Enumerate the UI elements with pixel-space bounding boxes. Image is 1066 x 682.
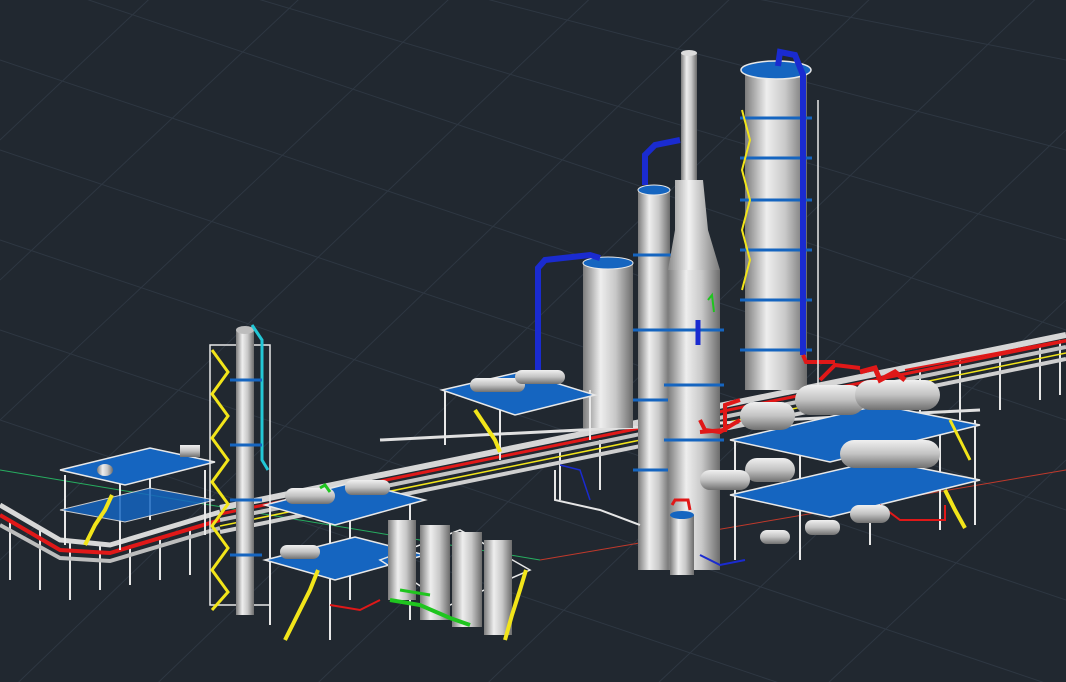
heat-exchanger — [515, 370, 565, 384]
vent-stack[interactable] — [668, 50, 720, 270]
tank-farm[interactable] — [378, 520, 532, 641]
distillation-column-tall[interactable] — [740, 48, 835, 390]
storage-tank — [388, 520, 416, 600]
thin-column-left[interactable] — [209, 324, 271, 615]
heat-exchanger — [855, 380, 940, 410]
heat-exchanger — [840, 440, 940, 468]
plant-3d-model[interactable] — [0, 0, 1066, 682]
stairs — [283, 569, 320, 641]
heat-exchanger — [795, 385, 865, 415]
heat-exchanger — [740, 402, 795, 430]
pump-row-right[interactable] — [699, 505, 890, 567]
storage-tank — [484, 540, 512, 635]
stairs — [473, 408, 502, 453]
heat-exchanger-structure-right[interactable] — [699, 362, 981, 560]
pump — [850, 505, 890, 523]
cad-3d-viewport[interactable] — [0, 0, 1066, 682]
pump — [760, 530, 790, 544]
vapor-line — [642, 137, 681, 185]
stairs — [943, 489, 967, 529]
heat-exchanger — [345, 480, 390, 495]
heat-exchanger — [745, 458, 795, 482]
heat-exchanger — [700, 470, 750, 490]
pump — [805, 520, 840, 535]
storage-tank — [452, 532, 482, 627]
pump — [97, 464, 113, 476]
